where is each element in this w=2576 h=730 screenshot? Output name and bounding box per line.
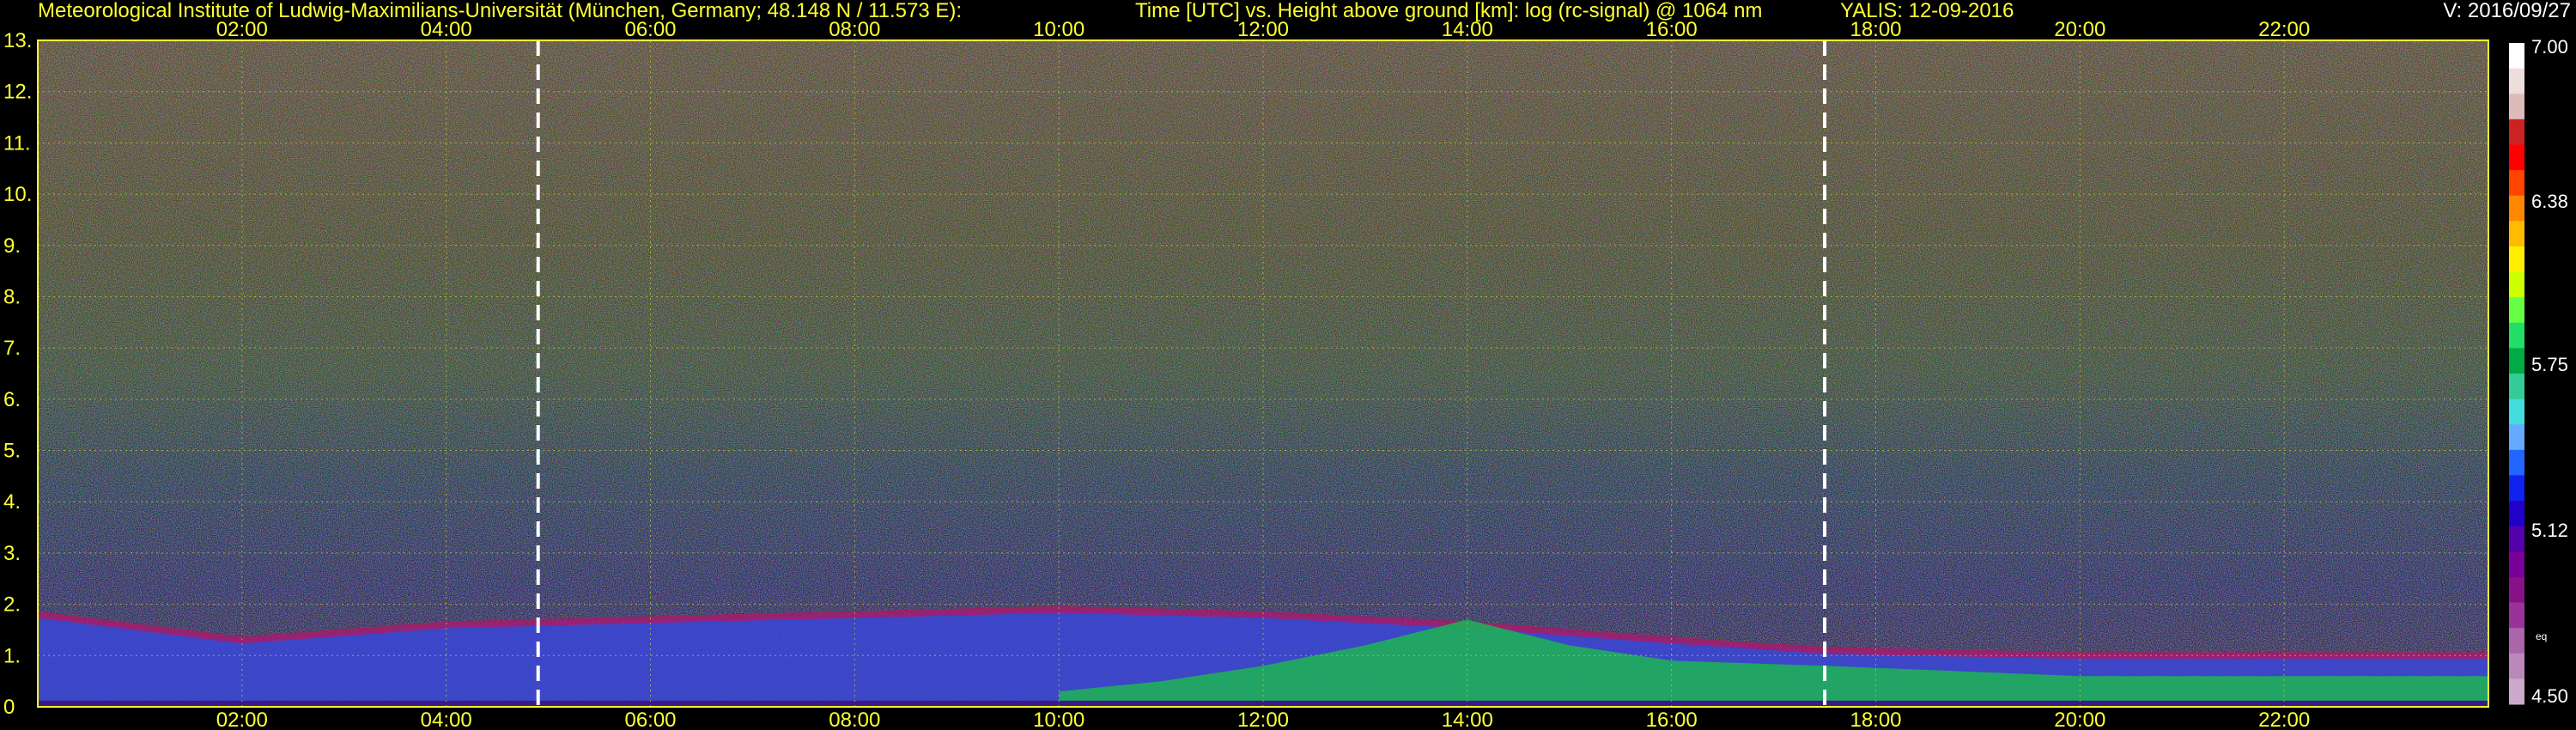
colorbar-label: 5.75 <box>2531 354 2568 375</box>
colorbar-swatch <box>2509 170 2524 197</box>
colorbar-label: 5.12 <box>2531 520 2568 541</box>
colorbar-swatch <box>2509 653 2524 679</box>
colorbar-swatch <box>2509 348 2524 374</box>
x-tick-label-top: 06:00 <box>624 18 676 41</box>
y-tick-label: 10. <box>3 183 32 206</box>
y-tick-label: 2. <box>3 593 21 617</box>
x-tick-label-top: 08:00 <box>829 18 880 41</box>
y-tick-label: 13. <box>3 29 32 52</box>
y-tick-label: 12. <box>3 81 32 104</box>
colorbar-swatch <box>2509 678 2524 705</box>
colorbar-swatch <box>2509 576 2524 604</box>
x-tick-label-bottom: 22:00 <box>2258 709 2310 730</box>
x-tick-label-top: 12:00 <box>1237 18 1289 41</box>
colorbar-swatch <box>2509 43 2524 70</box>
x-tick-label-top: 10:00 <box>1033 18 1084 41</box>
colorbar-swatch <box>2509 374 2524 400</box>
colorbar-swatch <box>2509 628 2524 654</box>
colorbar-swatch <box>2509 398 2524 425</box>
colorbar-swatch <box>2509 195 2524 222</box>
x-tick-label-bottom: 20:00 <box>2054 709 2105 730</box>
y-tick-label: 5. <box>3 440 21 463</box>
y-tick-label: 8. <box>3 285 21 308</box>
x-tick-label-bottom: 02:00 <box>216 709 268 730</box>
x-tick-label-bottom: 12:00 <box>1237 709 1289 730</box>
colorbar-swatch <box>2509 322 2524 349</box>
x-tick-label-bottom: 14:00 <box>1442 709 1493 730</box>
y-tick-label: 11. <box>3 131 31 155</box>
x-tick-label-top: 18:00 <box>1850 18 1901 41</box>
colorbar-swatch <box>2509 119 2524 145</box>
x-tick-label-top: 22:00 <box>2258 18 2310 41</box>
colorbar-label: 6.38 <box>2531 191 2568 212</box>
colorbar-swatch <box>2509 297 2524 324</box>
colorbar-swatch <box>2509 94 2524 120</box>
x-tick-label-top: 02:00 <box>216 18 268 41</box>
colorbar-swatch <box>2509 271 2524 298</box>
y-tick-label: 4. <box>3 490 21 514</box>
x-tick-label-top: 16:00 <box>1646 18 1698 41</box>
colorbar-label: 4.50 <box>2531 685 2568 707</box>
colorbar-swatch <box>2509 501 2524 527</box>
colorbar-swatch <box>2509 246 2524 273</box>
colorbar-swatch <box>2509 551 2524 578</box>
y-tick-label: 7. <box>3 337 21 360</box>
colorbar-label: 7.00 <box>2531 36 2568 58</box>
colorbar-swatch <box>2509 68 2524 94</box>
y-tick-label: 3. <box>3 542 21 565</box>
colorbar-swatch <box>2509 144 2524 171</box>
y-tick-label: 0 <box>3 696 15 719</box>
y-tick-label: 9. <box>3 234 21 258</box>
colorbar-swatch <box>2509 526 2524 552</box>
x-tick-label-top: 20:00 <box>2054 18 2105 41</box>
x-tick-label-bottom: 10:00 <box>1033 709 1084 730</box>
x-tick-label-top: 04:00 <box>421 18 472 41</box>
colorbar-unit: eq <box>2536 630 2547 642</box>
colorbar-swatch <box>2509 424 2524 451</box>
x-tick-label-bottom: 08:00 <box>829 709 880 730</box>
x-tick-label-bottom: 16:00 <box>1646 709 1698 730</box>
colorbar-swatch <box>2509 475 2524 502</box>
x-tick-label-bottom: 18:00 <box>1850 709 1901 730</box>
y-tick-label: 1. <box>3 644 21 667</box>
colorbar-swatch <box>2509 602 2524 629</box>
signal-noise-texture <box>38 40 2488 707</box>
colorbar-swatch <box>2509 221 2524 247</box>
y-tick-label: 6. <box>3 388 21 411</box>
x-tick-label-bottom: 06:00 <box>624 709 676 730</box>
x-tick-label-top: 14:00 <box>1442 18 1493 41</box>
colorbar-swatch <box>2509 449 2524 476</box>
x-tick-label-bottom: 04:00 <box>421 709 472 730</box>
lidar-heatmap-chart: 02:00 02:00 04:00 04:00 06:00 06:00 08:00 08:00… <box>3 18 2568 730</box>
